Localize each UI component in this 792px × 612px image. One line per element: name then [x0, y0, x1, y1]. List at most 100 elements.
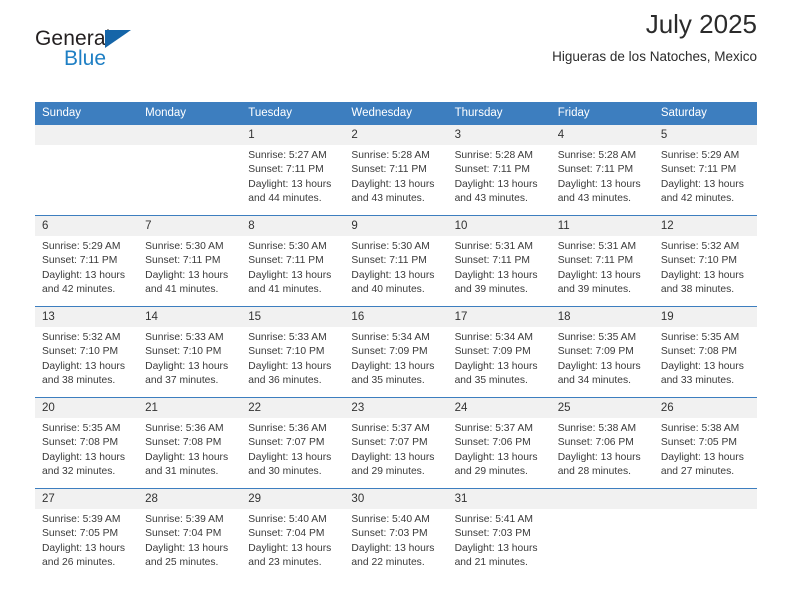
day-number: 6	[35, 216, 139, 236]
day-cell: 22 Sunrise: 5:36 AM Sunset: 7:07 PM Dayligh…	[241, 398, 345, 488]
day-number: 28	[138, 489, 242, 509]
weekday-header-friday: Friday	[550, 102, 654, 125]
day-cell: 27 Sunrise: 5:39 AM Sunset: 7:05 PM Dayligh…	[35, 489, 139, 579]
daylight-text-line1: Daylight: 13 hours	[145, 451, 229, 463]
day-details: Sunrise: 5:30 AM Sunset: 7:11 PM Daylight:…	[138, 236, 241, 298]
daylight-text-line1: Daylight: 13 hours	[660, 360, 744, 372]
weekday-header-monday: Monday	[138, 102, 242, 125]
calendar-cell[interactable]: 3 Sunrise: 5:28 AM Sunset: 7:11 PM Daylight…	[447, 125, 551, 216]
daylight-text-line1: Daylight: 13 hours	[145, 360, 229, 372]
calendar-cell[interactable]: 9 Sunrise: 5:30 AM Sunset: 7:11 PM Daylight…	[344, 216, 448, 307]
calendar-cell[interactable]: 15 Sunrise: 5:33 AM Sunset: 7:10 PM Dayligh…	[241, 307, 345, 398]
daylight-text-line2: and 23 minutes.	[248, 557, 322, 569]
sunset-text: Sunset: 7:11 PM	[42, 255, 118, 267]
daylight-text-line1: Daylight: 13 hours	[42, 269, 125, 281]
calendar-cell[interactable]: 7 Sunrise: 5:30 AM Sunset: 7:11 PM Daylight…	[138, 216, 242, 307]
calendar-cell[interactable]: 25 Sunrise: 5:38 AM Sunset: 7:06 PM Dayligh…	[550, 398, 654, 489]
calendar-cell[interactable]: 28 Sunrise: 5:39 AM Sunset: 7:04 PM Dayligh…	[138, 489, 242, 580]
day-cell	[35, 125, 139, 215]
calendar-cell[interactable]: 17 Sunrise: 5:34 AM Sunset: 7:09 PM Dayligh…	[447, 307, 551, 398]
calendar-cell[interactable]: 30 Sunrise: 5:40 AM Sunset: 7:03 PM Dayligh…	[344, 489, 448, 580]
sunrise-text: Sunrise: 5:30 AM	[145, 241, 224, 252]
day-details: Sunrise: 5:36 AM Sunset: 7:07 PM Daylight:…	[241, 418, 344, 480]
calendar-cell[interactable]: 20 Sunrise: 5:35 AM Sunset: 7:08 PM Dayligh…	[35, 398, 139, 489]
calendar-cell[interactable]: 1 Sunrise: 5:27 AM Sunset: 7:11 PM Daylight…	[241, 125, 345, 216]
calendar-cell[interactable]: 4 Sunrise: 5:28 AM Sunset: 7:11 PM Daylight…	[550, 125, 654, 216]
daylight-text-line2: and 42 minutes.	[660, 193, 735, 205]
daylight-text-line2: and 31 minutes.	[145, 466, 219, 478]
sunrise-text: Sunrise: 5:37 AM	[351, 423, 430, 434]
sunset-text: Sunset: 7:10 PM	[145, 346, 222, 358]
daylight-text-line1: Daylight: 13 hours	[660, 178, 744, 190]
daylight-text-line2: and 26 minutes.	[42, 557, 116, 569]
sunrise-text: Sunrise: 5:39 AM	[145, 514, 224, 525]
sunrise-text: Sunrise: 5:29 AM	[42, 241, 121, 252]
sunrise-text: Sunrise: 5:36 AM	[145, 423, 224, 434]
day-cell: 12 Sunrise: 5:32 AM Sunset: 7:10 PM Dayligh…	[653, 216, 757, 306]
calendar-cell[interactable]: 2 Sunrise: 5:28 AM Sunset: 7:11 PM Daylight…	[344, 125, 448, 216]
sunrise-text: Sunrise: 5:35 AM	[42, 423, 121, 434]
daylight-text-line2: and 39 minutes.	[557, 284, 631, 296]
calendar-cell[interactable]: 6 Sunrise: 5:29 AM Sunset: 7:11 PM Daylight…	[35, 216, 139, 307]
calendar-cell[interactable]: 10 Sunrise: 5:31 AM Sunset: 7:11 PM Dayligh…	[447, 216, 551, 307]
day-number: 25	[550, 398, 654, 418]
day-details: Sunrise: 5:35 AM Sunset: 7:08 PM Daylight:…	[654, 327, 757, 389]
logo-text-general: General	[35, 27, 111, 50]
weekday-header-saturday: Saturday	[653, 102, 757, 125]
day-cell: 17 Sunrise: 5:34 AM Sunset: 7:09 PM Dayligh…	[447, 307, 551, 397]
daylight-text-line1: Daylight: 13 hours	[454, 542, 538, 554]
sunset-text: Sunset: 7:11 PM	[454, 255, 530, 267]
day-cell: 16 Sunrise: 5:34 AM Sunset: 7:09 PM Dayligh…	[344, 307, 448, 397]
daylight-text-line1: Daylight: 13 hours	[42, 542, 125, 554]
sunset-text: Sunset: 7:11 PM	[557, 255, 634, 267]
calendar-cell[interactable]: 8 Sunrise: 5:30 AM Sunset: 7:11 PM Daylight…	[241, 216, 345, 307]
calendar-cell	[550, 489, 654, 580]
day-cell: 1 Sunrise: 5:27 AM Sunset: 7:11 PM Daylight…	[241, 125, 345, 215]
day-cell: 9 Sunrise: 5:30 AM Sunset: 7:11 PM Daylight…	[344, 216, 448, 306]
day-number: 12	[653, 216, 757, 236]
page-title: July 2025	[645, 9, 757, 39]
calendar-cell[interactable]: 31 Sunrise: 5:41 AM Sunset: 7:03 PM Dayligh…	[447, 489, 551, 580]
daylight-text-line2: and 33 minutes.	[660, 375, 735, 387]
calendar-cell[interactable]: 5 Sunrise: 5:29 AM Sunset: 7:11 PM Daylight…	[653, 125, 757, 216]
daylight-text-line2: and 22 minutes.	[351, 557, 425, 569]
daylight-text-line1: Daylight: 13 hours	[351, 178, 435, 190]
day-cell: 24 Sunrise: 5:37 AM Sunset: 7:06 PM Dayligh…	[447, 398, 551, 488]
calendar-cell[interactable]: 16 Sunrise: 5:34 AM Sunset: 7:09 PM Dayligh…	[344, 307, 448, 398]
calendar-header-row: Sunday Monday Tuesday Wednesday Thursday…	[35, 102, 757, 125]
calendar-cell[interactable]: 18 Sunrise: 5:35 AM Sunset: 7:09 PM Dayligh…	[550, 307, 654, 398]
daylight-text-line1: Daylight: 13 hours	[660, 269, 744, 281]
sunset-text: Sunset: 7:11 PM	[145, 255, 221, 267]
calendar-cell[interactable]: 11 Sunrise: 5:31 AM Sunset: 7:11 PM Dayligh…	[550, 216, 654, 307]
day-number: 9	[344, 216, 448, 236]
calendar-cell[interactable]: 14 Sunrise: 5:33 AM Sunset: 7:10 PM Dayligh…	[138, 307, 242, 398]
daylight-text-line2: and 35 minutes.	[454, 375, 528, 387]
calendar-cell[interactable]: 24 Sunrise: 5:37 AM Sunset: 7:06 PM Dayligh…	[447, 398, 551, 489]
sunset-text: Sunset: 7:11 PM	[454, 164, 530, 176]
sunset-text: Sunset: 7:04 PM	[248, 528, 325, 540]
day-cell: 18 Sunrise: 5:35 AM Sunset: 7:09 PM Dayligh…	[550, 307, 654, 397]
calendar-cell[interactable]: 13 Sunrise: 5:32 AM Sunset: 7:10 PM Dayligh…	[35, 307, 139, 398]
day-cell	[550, 489, 654, 579]
day-cell: 14 Sunrise: 5:33 AM Sunset: 7:10 PM Dayligh…	[138, 307, 242, 397]
day-cell: 13 Sunrise: 5:32 AM Sunset: 7:10 PM Dayligh…	[35, 307, 139, 397]
calendar-cell[interactable]: 21 Sunrise: 5:36 AM Sunset: 7:08 PM Dayligh…	[138, 398, 242, 489]
calendar-cell[interactable]: 19 Sunrise: 5:35 AM Sunset: 7:08 PM Dayligh…	[653, 307, 757, 398]
day-details: Sunrise: 5:40 AM Sunset: 7:04 PM Daylight:…	[241, 509, 344, 571]
calendar-cell[interactable]: 27 Sunrise: 5:39 AM Sunset: 7:05 PM Dayligh…	[35, 489, 139, 580]
calendar-cell[interactable]: 12 Sunrise: 5:32 AM Sunset: 7:10 PM Dayligh…	[653, 216, 757, 307]
calendar-cell[interactable]: 26 Sunrise: 5:38 AM Sunset: 7:05 PM Dayligh…	[653, 398, 757, 489]
day-cell: 8 Sunrise: 5:30 AM Sunset: 7:11 PM Daylight…	[241, 216, 345, 306]
daylight-text-line1: Daylight: 13 hours	[557, 269, 641, 281]
general-blue-logo[interactable]: General Blue	[35, 28, 155, 74]
calendar-cell[interactable]: 29 Sunrise: 5:40 AM Sunset: 7:04 PM Dayligh…	[241, 489, 345, 580]
daylight-text-line2: and 42 minutes.	[42, 284, 116, 296]
sunset-text: Sunset: 7:06 PM	[557, 437, 634, 449]
day-cell: 2 Sunrise: 5:28 AM Sunset: 7:11 PM Daylight…	[344, 125, 448, 215]
day-cell	[653, 489, 757, 579]
calendar-cell[interactable]: 23 Sunrise: 5:37 AM Sunset: 7:07 PM Dayligh…	[344, 398, 448, 489]
day-details: Sunrise: 5:30 AM Sunset: 7:11 PM Daylight:…	[344, 236, 447, 298]
sunrise-text: Sunrise: 5:33 AM	[145, 332, 224, 343]
calendar-cell[interactable]: 22 Sunrise: 5:36 AM Sunset: 7:07 PM Dayligh…	[241, 398, 345, 489]
sunrise-text: Sunrise: 5:39 AM	[42, 514, 121, 525]
